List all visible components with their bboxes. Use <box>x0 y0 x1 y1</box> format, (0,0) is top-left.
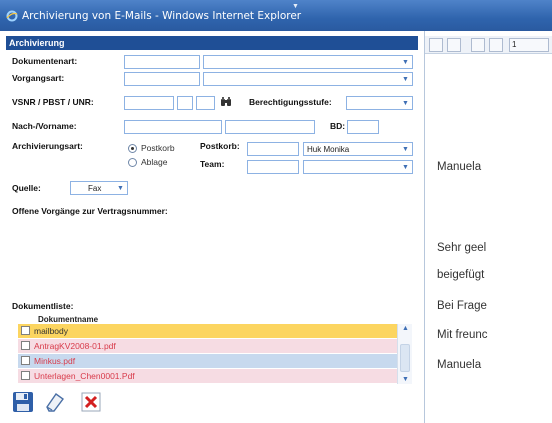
berechtigungsstufe-label: Berechtigungsstufe: <box>249 97 332 107</box>
chevron-down-icon: ▼ <box>402 76 409 83</box>
dokumentenart-select[interactable]: ▼ <box>203 55 413 69</box>
eraser-icon[interactable] <box>44 391 66 413</box>
dokumentenart-code-field[interactable] <box>124 55 200 69</box>
quelle-select-value: Fax <box>88 184 102 193</box>
vorgangsart-label: Vorgangsart: <box>12 73 65 83</box>
vsnr-field[interactable] <box>124 96 174 110</box>
team-label: Team: <box>200 159 225 169</box>
postkorb-label: Postkorb: <box>200 141 240 151</box>
list-item[interactable]: mailbody <box>18 324 398 338</box>
postkorb-code-field[interactable] <box>247 142 299 156</box>
chevron-down-icon: ▼ <box>402 164 409 171</box>
list-scrollbar[interactable]: ▲ ▼ <box>397 324 412 384</box>
chevron-down-icon: ▼ <box>117 185 124 192</box>
bd-label: BD: <box>330 121 346 131</box>
ablage-radio[interactable] <box>128 158 137 167</box>
save-icon[interactable] <box>12 391 34 413</box>
vorname-field[interactable] <box>225 120 315 134</box>
ie-logo-icon <box>6 10 18 21</box>
copy-icon[interactable] <box>447 38 461 52</box>
scroll-thumb[interactable] <box>400 344 410 372</box>
binoculars-icon[interactable] <box>220 96 232 108</box>
quelle-select[interactable]: Fax ▼ <box>70 181 128 195</box>
vorgangsart-select[interactable]: ▼ <box>203 72 413 86</box>
nachname-field[interactable] <box>124 120 222 134</box>
viewer-toolbar: 1 <box>425 36 552 54</box>
team-select[interactable]: ▼ <box>303 160 413 174</box>
document-text-line: Sehr geel <box>437 242 487 254</box>
first-page-icon[interactable] <box>471 38 485 52</box>
bd-field[interactable] <box>347 120 379 134</box>
row-checkbox[interactable] <box>21 356 30 365</box>
document-name: AntragKV2008-01.pdf <box>34 341 116 351</box>
chevron-down-icon: ▼ <box>402 146 409 153</box>
panel-title: Archivierung <box>6 36 418 50</box>
archivierungsart-label: Archivierungsart: <box>12 141 83 151</box>
row-checkbox[interactable] <box>21 326 30 335</box>
document-name: Minkus.pdf <box>34 356 76 366</box>
list-item[interactable]: AntragKV2008-01.pdf <box>18 339 398 353</box>
document-text-line: Mit freunc <box>437 329 488 341</box>
postkorb-radio[interactable] <box>128 144 137 153</box>
window-titlebar: Archivierung von E-Mails - Windows Inter… <box>0 0 552 31</box>
dokumentliste-label: Dokumentliste: <box>12 301 74 311</box>
unr-field[interactable] <box>196 96 215 110</box>
name-label: Nach-/Vorname: <box>12 121 77 131</box>
document-list: Dokumentname mailbody AntragKV2008-01.pd… <box>12 315 412 388</box>
postkorb-select[interactable]: Huk Monika ▼ <box>303 142 413 156</box>
column-header-dokumentname[interactable]: Dokumentname <box>18 315 398 323</box>
document-viewer: 1 Manuela Sehr geel beigefügt Bei Frage … <box>424 31 552 423</box>
print-icon[interactable] <box>429 38 443 52</box>
berechtigungsstufe-select[interactable]: ▼ <box>346 96 413 110</box>
previous-page-icon[interactable] <box>489 38 503 52</box>
window-title: Archivierung von E-Mails - Windows Inter… <box>22 9 302 22</box>
postkorb-select-value: Huk Monika <box>307 145 350 154</box>
ablage-radio-label: Ablage <box>141 157 168 167</box>
list-item[interactable]: Minkus.pdf <box>18 354 398 368</box>
quelle-label: Quelle: <box>12 183 41 193</box>
document-text-line: Bei Frage <box>437 300 487 312</box>
team-code-field[interactable] <box>247 160 299 174</box>
vsnr-label: VSNR / PBST / UNR: <box>12 97 94 107</box>
document-name: mailbody <box>34 326 69 336</box>
scroll-up-icon[interactable]: ▲ <box>400 324 411 333</box>
list-item[interactable]: Unterlagen_Chen0001.Pdf <box>18 369 398 383</box>
archive-form-pane: Archivierung Dokumentenart: ▼ Vorgangsar… <box>0 31 424 423</box>
offene-vorgaenge-label: Offene Vorgänge zur Vertragsnummer: <box>12 206 168 216</box>
document-text-line: Manuela <box>437 359 482 371</box>
chevron-down-icon: ▼ <box>292 3 299 10</box>
document-name: Unterlagen_Chen0001.Pdf <box>34 371 135 381</box>
chevron-down-icon: ▼ <box>402 100 409 107</box>
document-text-line: beigefügt <box>437 269 485 281</box>
dokumentenart-label: Dokumentenart: <box>12 56 78 66</box>
pbst-field[interactable] <box>177 96 193 110</box>
scroll-down-icon[interactable]: ▼ <box>400 375 411 384</box>
chevron-down-icon: ▼ <box>402 59 409 66</box>
page-number-field[interactable]: 1 <box>509 38 549 52</box>
postkorb-radio-label: Postkorb <box>141 143 175 153</box>
document-text-line: Manuela <box>437 161 482 173</box>
row-checkbox[interactable] <box>21 371 30 380</box>
delete-icon[interactable] <box>80 391 102 413</box>
row-checkbox[interactable] <box>21 341 30 350</box>
vorgangsart-code-field[interactable] <box>124 72 200 86</box>
